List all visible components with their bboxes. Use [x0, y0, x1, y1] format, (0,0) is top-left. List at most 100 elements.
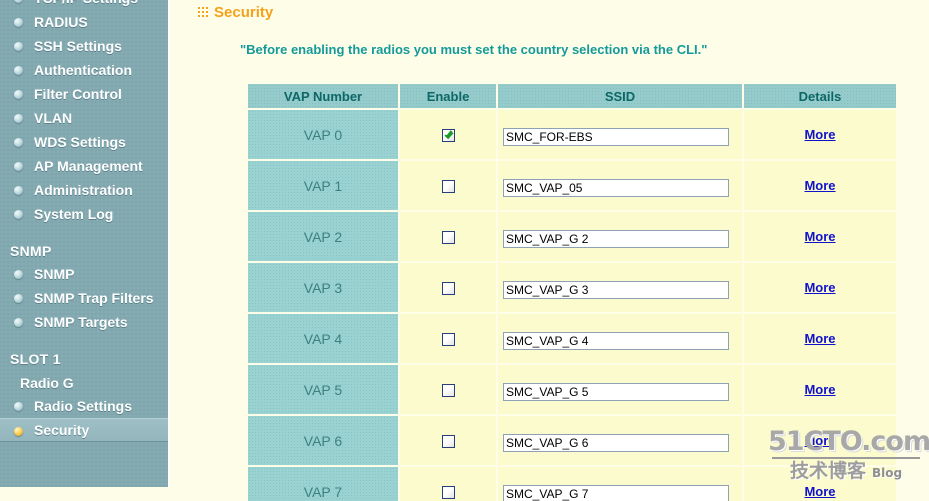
details-cell: More	[744, 161, 896, 210]
ssid-input[interactable]	[503, 229, 729, 248]
sidebar-item-snmp-trap-filters[interactable]: SNMP Trap Filters	[0, 286, 168, 310]
sidebar-item-tcp-ip-settings[interactable]: TCP/IP Settings	[0, 0, 168, 10]
enable-cell	[400, 365, 496, 414]
sidebar-group-slot-1: SLOT 1	[10, 351, 61, 367]
ssid-input[interactable]	[503, 127, 729, 146]
column-header-ssid: SSID	[498, 84, 742, 108]
bullet-icon	[14, 66, 23, 75]
sidebar-item-filter-control[interactable]: Filter Control	[0, 82, 168, 106]
sidebar-item-radius[interactable]: RADIUS	[0, 10, 168, 34]
sidebar-item-label: SSH Settings	[34, 38, 122, 54]
sidebar-item-administration[interactable]: Administration	[0, 178, 168, 202]
table-row: VAP 3 More	[248, 263, 896, 312]
ssid-cell	[498, 467, 742, 501]
vap-number-cell: VAP 3	[248, 263, 398, 312]
details-cell: More	[744, 467, 896, 501]
details-more-link[interactable]: More	[804, 127, 835, 142]
vap-number-cell: VAP 1	[248, 161, 398, 210]
bullet-selected-icon	[14, 427, 23, 436]
bullet-icon	[14, 18, 23, 27]
grid-icon	[198, 6, 209, 18]
details-more-link[interactable]: More	[804, 229, 835, 244]
enable-checkbox[interactable]	[441, 282, 455, 296]
table-row: VAP 6 More	[248, 416, 896, 465]
sidebar-item-label: SNMP Trap Filters	[34, 290, 154, 306]
table-row: VAP 4 More	[248, 314, 896, 363]
enable-cell	[400, 467, 496, 501]
details-more-link[interactable]: More	[804, 331, 835, 346]
enable-cell	[400, 110, 496, 159]
enable-checkbox[interactable]	[441, 129, 455, 143]
vap-number-cell: VAP 0	[248, 110, 398, 159]
ssid-cell	[498, 263, 742, 312]
ssid-cell	[498, 161, 742, 210]
ssid-cell	[498, 365, 742, 414]
enable-cell	[400, 263, 496, 312]
ssid-input[interactable]	[503, 382, 729, 401]
enable-checkbox[interactable]	[441, 333, 455, 347]
vap-number-cell: VAP 4	[248, 314, 398, 363]
sidebar-item-ssh-settings[interactable]: SSH Settings	[0, 34, 168, 58]
details-cell: More	[744, 263, 896, 312]
sidebar-item-system-log[interactable]: System Log	[0, 202, 168, 226]
ssid-input[interactable]	[503, 433, 729, 452]
sidebar-item-label: Security	[34, 422, 90, 438]
enable-checkbox[interactable]	[441, 486, 455, 500]
sidebar-item-radio-settings[interactable]: Radio Settings	[0, 394, 168, 418]
ssid-input[interactable]	[503, 331, 729, 350]
ssid-input[interactable]	[503, 484, 729, 501]
bullet-icon	[14, 210, 23, 219]
sidebar-item-security[interactable]: Security	[0, 418, 168, 442]
bullet-icon	[14, 294, 23, 303]
table-row: VAP 2 More	[248, 212, 896, 261]
sidebar-item-wds-settings[interactable]: WDS Settings	[0, 130, 168, 154]
details-more-link[interactable]: More	[804, 484, 835, 499]
details-more-link[interactable]: More	[804, 178, 835, 193]
table-row: VAP 7 More	[248, 467, 896, 501]
details-cell: More	[744, 365, 896, 414]
sidebar-item-label: TCP/IP Settings	[34, 0, 138, 6]
app-window: TCP/IP Settings RADIUS SSH Settings Authent…	[0, 0, 929, 501]
sidebar-item-label: SNMP Targets	[34, 314, 128, 330]
ssid-input[interactable]	[503, 178, 729, 197]
table-row: VAP 0 More	[248, 110, 896, 159]
details-more-link[interactable]: More	[804, 382, 835, 397]
sidebar-item-snmp[interactable]: SNMP	[0, 262, 168, 286]
ssid-input[interactable]	[503, 280, 729, 299]
sidebar-item-vlan[interactable]: VLAN	[0, 106, 168, 130]
bullet-icon	[14, 318, 23, 327]
sidebar-item-ap-management[interactable]: AP Management	[0, 154, 168, 178]
sidebar-item-label: Authentication	[34, 62, 132, 78]
country-selection-notice: "Before enabling the radios you must set…	[240, 42, 708, 57]
vap-number-cell: VAP 7	[248, 467, 398, 501]
column-header-vap-number: VAP Number	[248, 84, 398, 108]
enable-cell	[400, 161, 496, 210]
sidebar-item-label: SNMP	[34, 266, 75, 282]
sidebar-item-label: RADIUS	[34, 14, 88, 30]
bullet-icon	[14, 114, 23, 123]
ssid-cell	[498, 314, 742, 363]
sidebar-subgroup-radio-g: Radio G	[20, 375, 74, 391]
enable-checkbox[interactable]	[441, 180, 455, 194]
ssid-cell	[498, 416, 742, 465]
details-cell: More	[744, 110, 896, 159]
sidebar-item-label: VLAN	[34, 110, 73, 126]
sidebar-item-authentication[interactable]: Authentication	[0, 58, 168, 82]
enable-checkbox[interactable]	[441, 384, 455, 398]
details-more-link[interactable]: More	[804, 433, 835, 448]
bullet-icon	[14, 42, 23, 51]
bullet-icon	[14, 270, 23, 279]
bullet-icon	[14, 90, 23, 99]
details-cell: More	[744, 416, 896, 465]
enable-checkbox[interactable]	[441, 435, 455, 449]
content-area: Security "Before enabling the radios you…	[172, 0, 929, 501]
ssid-cell	[498, 212, 742, 261]
vap-number-cell: VAP 6	[248, 416, 398, 465]
details-more-link[interactable]: More	[804, 280, 835, 295]
sidebar-item-label: Filter Control	[34, 86, 122, 102]
enable-checkbox[interactable]	[441, 231, 455, 245]
enable-cell	[400, 212, 496, 261]
sidebar-item-snmp-targets[interactable]: SNMP Targets	[0, 310, 168, 334]
page-title-label: Security	[214, 4, 274, 21]
